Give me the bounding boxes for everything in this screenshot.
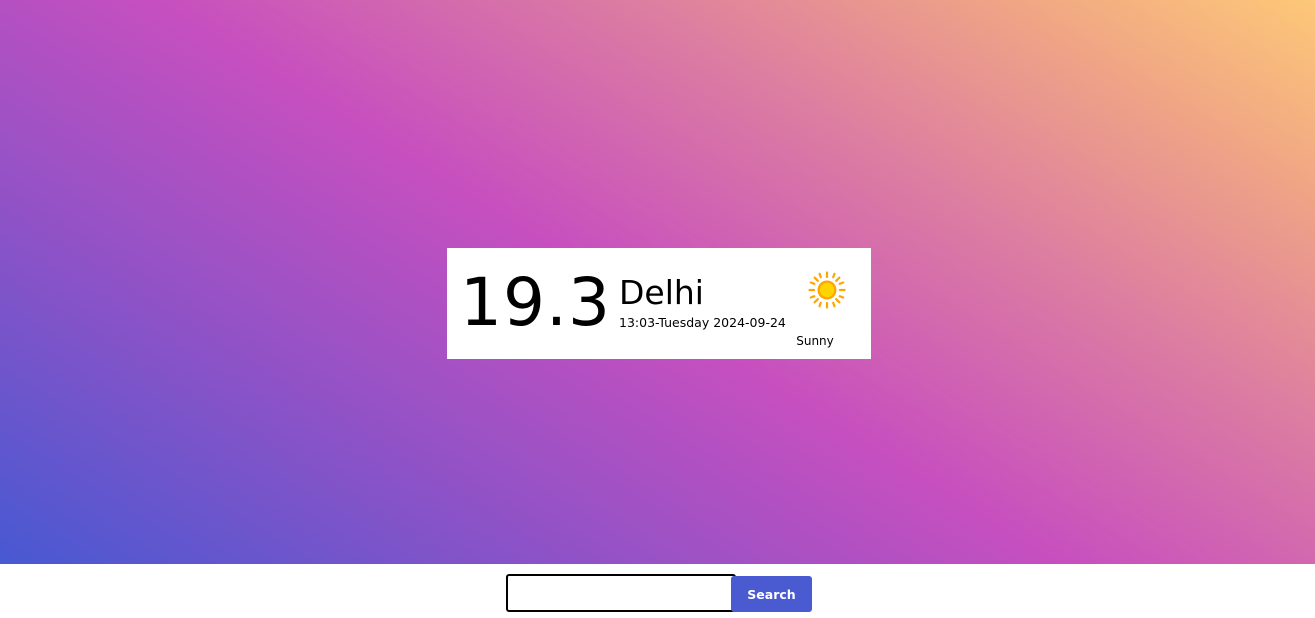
- search-input[interactable]: [506, 574, 736, 612]
- date-time: 13:03-Tuesday 2024-09-24: [619, 315, 786, 330]
- weather-card: 19.3 Delhi 13:03-Tuesday 2024-09-24 Sunn…: [447, 248, 871, 359]
- temperature-value: 19.3: [460, 264, 611, 341]
- sun-icon: [808, 271, 846, 309]
- search-button[interactable]: Search: [731, 576, 812, 612]
- weather-condition: Sunny: [796, 334, 834, 348]
- city-name: Delhi: [619, 273, 704, 312]
- gradient-background: 19.3 Delhi 13:03-Tuesday 2024-09-24 Sunn…: [0, 0, 1315, 564]
